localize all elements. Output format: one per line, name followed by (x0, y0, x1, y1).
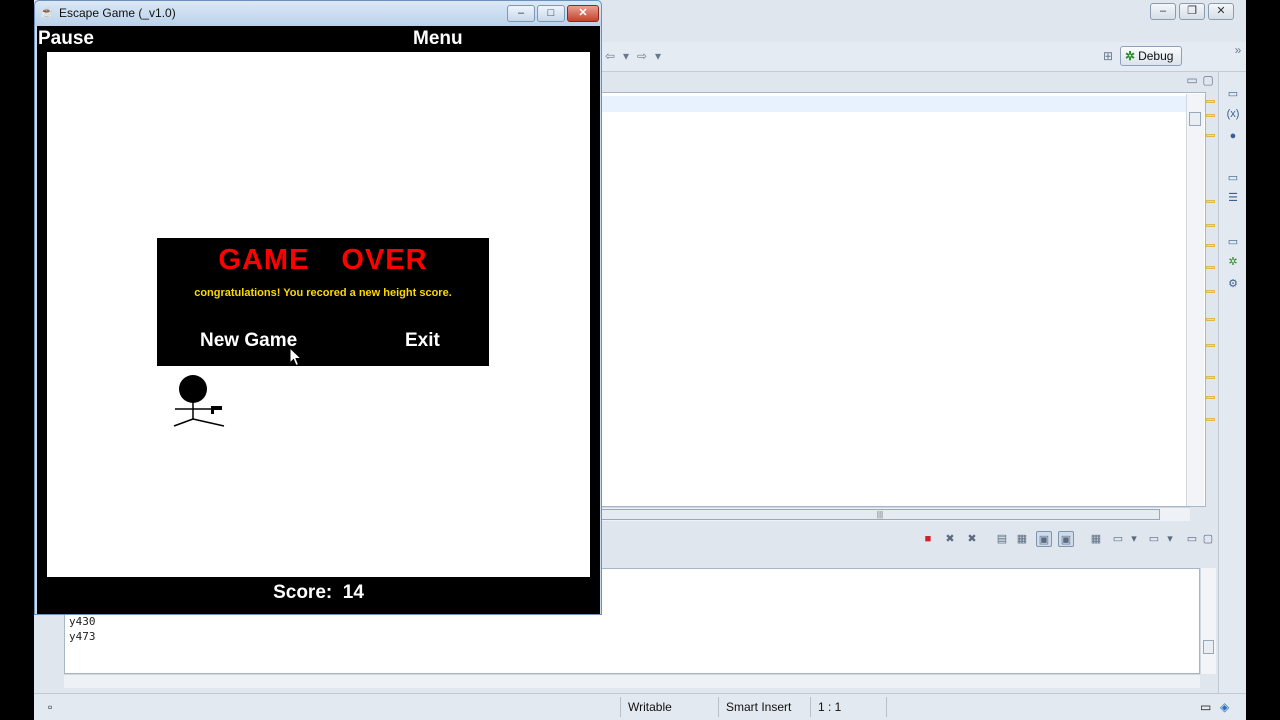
remove-launch-icon[interactable]: ✖ (942, 531, 958, 547)
display-console-icon[interactable]: ▭ (1110, 531, 1126, 547)
console-line: y430 (69, 615, 96, 628)
stickman-character (173, 375, 225, 427)
restore-icon[interactable]: ▭ (1225, 86, 1241, 102)
dropdown-arrow-icon[interactable]: ▾ (1126, 531, 1142, 547)
ide-close-button[interactable]: ✕ (1208, 3, 1234, 20)
ruler-marker[interactable] (1206, 396, 1215, 399)
score-label: Score: (273, 582, 333, 603)
game-canvas: Pause Menu GAME OVER congratulations! You… (37, 26, 600, 614)
terminate-icon[interactable]: ■ (920, 531, 936, 547)
writable-status: Writable (628, 700, 672, 714)
playfield: GAME OVER congratulations! You recored a … (47, 52, 590, 577)
ide-status-bar: ▫ Writable Smart Insert 1 : 1 ▭ ◈ (34, 693, 1246, 720)
stickman-head (179, 375, 207, 403)
clear-console-icon[interactable]: ▤ (994, 531, 1010, 547)
current-line-highlight (601, 96, 1205, 112)
high-score-message: congratulations! You recored a new heigh… (194, 287, 452, 299)
view-minimize-icon[interactable]: ▭ (1184, 531, 1200, 547)
more-perspectives-icon[interactable]: » (1230, 42, 1246, 58)
overview-ruler (1204, 94, 1216, 506)
forward-arrow-icon[interactable]: ⇨ (634, 48, 650, 64)
ruler-marker[interactable] (1206, 418, 1215, 421)
ide-minimize-button[interactable]: – (1150, 3, 1176, 20)
ruler-marker[interactable] (1206, 224, 1215, 227)
editor-vertical-scrollbar[interactable] (1186, 94, 1204, 506)
variables-icon[interactable]: (x) (1225, 106, 1241, 122)
game-over-word-over: OVER (341, 244, 428, 276)
new-game-button[interactable]: New Game (200, 330, 297, 352)
status-divider (886, 697, 887, 717)
game-over-dialog: GAME OVER congratulations! You recored a … (157, 238, 489, 366)
right-side-view-strip: ▭ (x) ● ▭ ☰ ▭ ✲ ⚙ (1218, 72, 1246, 712)
debug-perspective-button[interactable]: ✲ Debug (1120, 46, 1182, 66)
menu-button[interactable]: Menu (413, 28, 463, 50)
ruler-marker[interactable] (1206, 114, 1215, 117)
insert-mode-status: Smart Insert (726, 700, 792, 714)
view-maximize-icon[interactable]: ▢ (1200, 72, 1216, 88)
scroll-lock-icon[interactable]: ▦ (1014, 531, 1030, 547)
maximize-button[interactable]: □ (537, 5, 565, 22)
ruler-marker[interactable] (1206, 100, 1215, 103)
status-divider (810, 697, 811, 717)
restore-icon[interactable]: ▭ (1225, 170, 1241, 186)
ruler-marker[interactable] (1206, 266, 1215, 269)
restore-icon[interactable]: ▭ (1200, 700, 1211, 714)
status-divider (718, 697, 719, 717)
console-toolbar: ■ ✖ ✖ ▤ ▦ ▣ ▣ ▦ ▭ ▾ ▭ ▾ ▭ ▢ (600, 528, 1246, 550)
restore-icon[interactable]: ▭ (1225, 234, 1241, 250)
escape-game-window: ☕ Escape Game (_v1.0) – □ ✕ Pause Menu G… (34, 0, 602, 615)
open-perspective-icon[interactable]: ⊞ (1100, 48, 1116, 64)
view-minimize-icon[interactable]: ▭ (1184, 72, 1200, 88)
ide-maximize-button[interactable]: ❐ (1179, 3, 1205, 20)
progress-icon[interactable]: ◈ (1220, 700, 1229, 714)
breakpoints-icon[interactable]: ● (1225, 128, 1241, 144)
ruler-marker[interactable] (1206, 376, 1215, 379)
bug-icon: ✲ (1125, 49, 1136, 63)
console-horizontal-scrollbar[interactable] (64, 674, 1200, 688)
pin-console-icon[interactable]: ▦ (1088, 531, 1104, 547)
outline-icon[interactable]: ☰ (1225, 190, 1241, 206)
debug-view-icon[interactable]: ✲ (1225, 254, 1241, 270)
game-window-titlebar[interactable]: ☕ Escape Game (_v1.0) – □ ✕ (35, 1, 601, 26)
score-display: Score: 14 (37, 582, 600, 604)
minimize-button[interactable]: – (507, 5, 535, 22)
code-editor[interactable] (600, 92, 1206, 507)
ruler-marker[interactable] (1206, 200, 1215, 203)
pause-button[interactable]: Pause (38, 28, 94, 50)
editor-horizontal-scrollbar[interactable]: ||| (600, 507, 1190, 521)
console-line: y473 (69, 630, 96, 643)
dropdown-arrow-icon[interactable]: ▾ (1162, 531, 1178, 547)
game-over-word-game: GAME (218, 244, 310, 276)
threads-icon[interactable]: ⚙ (1225, 276, 1241, 292)
remove-all-icon[interactable]: ✖ (964, 531, 980, 547)
game-window-title: Escape Game (_v1.0) (59, 6, 176, 20)
game-window-controls: – □ ✕ (507, 5, 599, 22)
scrollbar-thumb[interactable]: ||| (600, 509, 1160, 520)
close-button[interactable]: ✕ (567, 5, 599, 22)
dropdown-arrow-icon[interactable]: ▾ (618, 48, 634, 64)
fast-view-icon[interactable]: ▫ (48, 700, 52, 714)
show-on-error-icon[interactable]: ▣ (1058, 531, 1074, 547)
dropdown-arrow-icon[interactable]: ▾ (650, 48, 666, 64)
exit-button[interactable]: Exit (405, 330, 440, 352)
ruler-marker[interactable] (1206, 318, 1215, 321)
score-value: 14 (342, 582, 364, 603)
ruler-marker[interactable] (1206, 344, 1215, 347)
ruler-marker[interactable] (1206, 290, 1215, 293)
open-console-icon[interactable]: ▭ (1146, 531, 1162, 547)
ruler-marker[interactable] (1206, 244, 1215, 247)
status-divider (620, 697, 621, 717)
ruler-marker[interactable] (1206, 134, 1215, 137)
scrollbar-thumb[interactable] (1189, 112, 1201, 126)
game-over-title: GAME OVER (157, 244, 489, 277)
console-vertical-scrollbar[interactable] (1200, 568, 1216, 674)
ide-window-controls: – ❐ ✕ (1150, 3, 1234, 20)
cursor-position-status: 1 : 1 (818, 700, 842, 714)
view-maximize-icon[interactable]: ▢ (1200, 531, 1216, 547)
back-arrow-icon[interactable]: ⇦ (602, 48, 618, 64)
mouse-cursor-icon (289, 347, 303, 367)
java-icon: ☕ (40, 7, 54, 19)
scrollbar-thumb[interactable] (1203, 640, 1214, 654)
show-on-output-icon[interactable]: ▣ (1036, 531, 1052, 547)
